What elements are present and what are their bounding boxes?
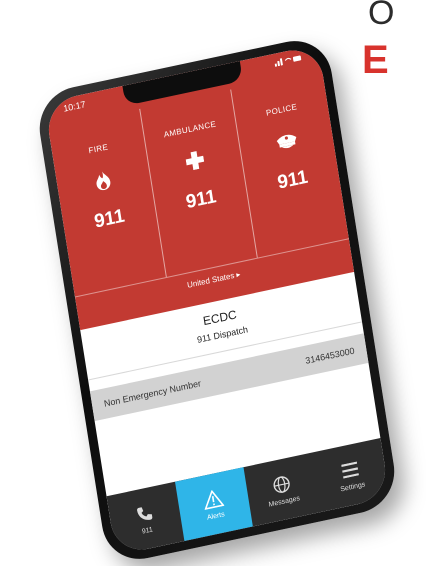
service-fire-label: FIRE — [87, 142, 109, 156]
service-fire-number: 911 — [92, 205, 127, 233]
phone-icon — [135, 502, 154, 525]
police-cap-icon — [274, 128, 299, 154]
signal-wifi-battery-icon — [274, 55, 302, 67]
heading-fragment-red: E — [362, 38, 389, 82]
non-emergency-number[interactable]: 3146453000 — [305, 346, 356, 366]
cross-icon — [184, 148, 205, 174]
status-time: 10:17 — [62, 99, 87, 114]
warning-icon — [202, 487, 225, 511]
tab-911-label: 911 — [141, 525, 154, 536]
service-police-label: POLICE — [265, 102, 298, 118]
tab-messages-label: Messages — [268, 494, 301, 509]
non-emergency-label: Non Emergency Number — [103, 378, 202, 409]
service-police-number: 911 — [276, 166, 310, 194]
service-ambulance-number: 911 — [184, 186, 218, 214]
globe-icon — [271, 472, 292, 496]
menu-icon — [341, 458, 360, 481]
heading-fragment-top: O — [368, 0, 395, 32]
status-icons — [274, 53, 303, 69]
tab-bar: 911 Alerts Messages Settings — [106, 438, 390, 556]
phone-mockup: 10:17 FIRE 911 AMBULANCE 911 POLICE 911 … — [33, 33, 401, 566]
tab-alerts-label: Alerts — [206, 510, 226, 522]
flame-icon — [94, 167, 113, 192]
tab-settings-label: Settings — [339, 480, 366, 493]
service-ambulance-label: AMBULANCE — [163, 119, 217, 140]
